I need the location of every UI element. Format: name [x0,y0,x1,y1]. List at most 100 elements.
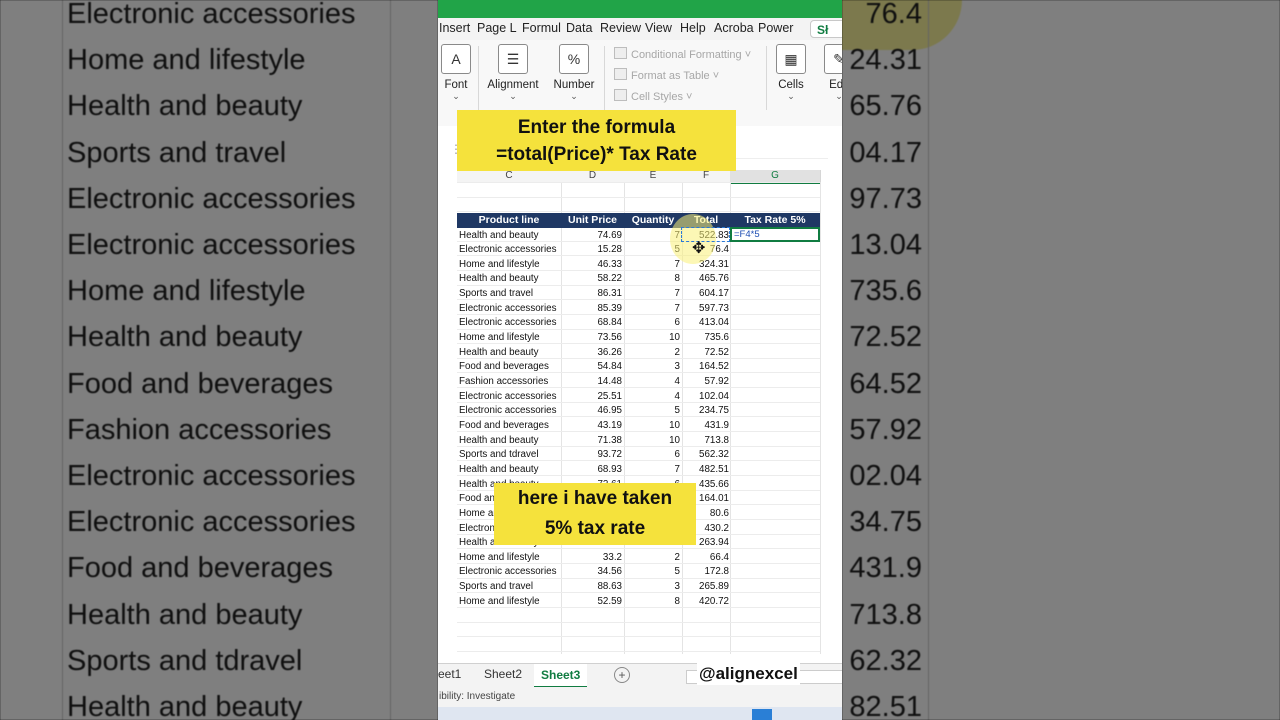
formula-input[interactable] [728,140,828,159]
table-cell[interactable]: 8 [624,272,680,287]
table-cell[interactable]: 36.26 [561,346,622,361]
table-cell[interactable]: 54.84 [561,360,622,375]
tab-help[interactable]: Help [680,21,706,35]
table-cell[interactable]: 6 [624,316,680,331]
editing-group-button[interactable]: ✎ Edit ⌄ [824,44,842,102]
table-cell[interactable]: 46.95 [561,404,622,419]
table-cell[interactable]: 46.33 [561,258,622,273]
table-cell[interactable]: 14.48 [561,375,622,390]
table-cell[interactable]: 10 [624,434,680,449]
table-cell[interactable]: Fashion accessories [459,375,561,390]
table-cell[interactable]: 10 [624,331,680,346]
table-cell[interactable]: 68.93 [561,463,622,478]
table-cell[interactable]: 172.8 [682,565,729,580]
table-cell[interactable]: 10 [624,419,680,434]
table-cell[interactable]: 465.76 [682,272,729,287]
table-cell[interactable]: 33.2 [561,551,622,566]
active-cell-g4[interactable]: =F4*5 [730,227,820,242]
table-cell[interactable]: 71.38 [561,434,622,449]
table-cell[interactable]: 93.72 [561,448,622,463]
table-cell[interactable]: 6 [624,448,680,463]
table-cell[interactable]: 4 [624,390,680,405]
table-cell[interactable]: 2 [624,346,680,361]
add-sheet-icon[interactable]: + [614,667,630,683]
table-cell[interactable]: 5 [624,565,680,580]
accessibility-status[interactable]: ibility: Investigate [439,691,515,702]
table-cell[interactable]: 74.69 [561,229,622,244]
table-cell[interactable]: 3 [624,360,680,375]
tab-acrobat[interactable]: Acroba [714,21,754,35]
sheet-tab-sheet2[interactable]: Sheet2 [484,667,522,681]
table-cell[interactable]: Electronic accessories [459,243,561,258]
table-cell[interactable]: Home and lifestyle [459,551,561,566]
table-cell[interactable]: 234.75 [682,404,729,419]
table-cell[interactable]: Health and beauty [459,272,561,287]
conditional-formatting-button[interactable]: Conditional Formatting ˅ [614,47,751,61]
windows-icon[interactable] [752,709,772,720]
table-cell[interactable]: 58.22 [561,272,622,287]
table-cell[interactable]: 88.63 [561,580,622,595]
table-cell[interactable]: 68.84 [561,316,622,331]
table-cell[interactable]: Electronic accessories [459,404,561,419]
table-cell[interactable]: 8 [624,595,680,610]
table-cell[interactable]: Sports and travel [459,580,561,595]
table-cell[interactable]: 72.52 [682,346,729,361]
table-cell[interactable]: 2 [624,551,680,566]
tab-insert[interactable]: Insert [439,21,470,35]
table-cell[interactable]: Electronic accessories [459,565,561,580]
table-cell[interactable]: Electronic accessories [459,302,561,317]
format-as-table-button[interactable]: Format as Table ˅ [614,68,719,82]
alignment-group-button[interactable]: ☰ Alignment ⌄ [484,44,542,102]
number-group-button[interactable]: % Number ⌄ [551,44,597,102]
table-cell[interactable]: 562.32 [682,448,729,463]
table-cell[interactable]: 57.92 [682,375,729,390]
table-cell[interactable]: Sports and tdravel [459,448,561,463]
table-cell[interactable]: 3 [624,580,680,595]
table-cell[interactable]: 735.6 [682,331,729,346]
table-cell[interactable]: 7 [624,258,680,273]
tab-power[interactable]: Power [758,21,793,35]
table-cell[interactable]: 73.56 [561,331,622,346]
table-cell[interactable]: 66.4 [682,551,729,566]
table-cell[interactable]: Home and lifestyle [459,331,561,346]
sheet-tab-sheet1[interactable]: eet1 [438,667,461,681]
table-cell[interactable]: 604.17 [682,287,729,302]
table-cell[interactable]: 413.04 [682,316,729,331]
cell-styles-button[interactable]: Cell Styles ˅ [614,89,692,103]
table-cell[interactable]: 25.51 [561,390,622,405]
table-cell[interactable]: Sports and travel [459,287,561,302]
table-cell[interactable]: Home and lifestyle [459,258,561,273]
table-cell[interactable]: Health and beauty [459,463,561,478]
table-cell[interactable]: 431.9 [682,419,729,434]
table-cell[interactable]: 265.89 [682,580,729,595]
table-cell[interactable]: 52.59 [561,595,622,610]
table-cell[interactable]: 7 [624,463,680,478]
table-cell[interactable]: 102.04 [682,390,729,405]
table-cell[interactable]: Electronic accessories [459,316,561,331]
table-cell[interactable]: 7 [624,287,680,302]
tab-data[interactable]: Data [566,21,592,35]
table-cell[interactable]: 15.28 [561,243,622,258]
tab-review[interactable]: Review [600,21,641,35]
table-cell[interactable]: 420.72 [682,595,729,610]
tab-page-layout[interactable]: Page L [477,21,517,35]
share-button[interactable]: Sł [810,20,842,38]
table-cell[interactable]: 713.8 [682,434,729,449]
table-cell[interactable]: 164.52 [682,360,729,375]
table-cell[interactable]: 34.56 [561,565,622,580]
table-cell[interactable]: 7 [624,302,680,317]
table-cell[interactable]: 85.39 [561,302,622,317]
table-cell[interactable]: Health and beauty [459,346,561,361]
table-cell[interactable]: Food and beverages [459,419,561,434]
tab-formulas[interactable]: Formul [522,21,561,35]
table-cell[interactable]: 482.51 [682,463,729,478]
table-cell[interactable]: Electronic accessories [459,390,561,405]
font-group-button[interactable]: A Font ⌄ [440,44,472,102]
table-cell[interactable]: 43.19 [561,419,622,434]
table-cell[interactable]: Food and beverages [459,360,561,375]
table-cell[interactable]: Home and lifestyle [459,595,561,610]
table-cell[interactable]: Health and beauty [459,434,561,449]
table-cell[interactable]: 597.73 [682,302,729,317]
table-cell[interactable]: 86.31 [561,287,622,302]
table-cell[interactable]: Health and beauty [459,229,561,244]
